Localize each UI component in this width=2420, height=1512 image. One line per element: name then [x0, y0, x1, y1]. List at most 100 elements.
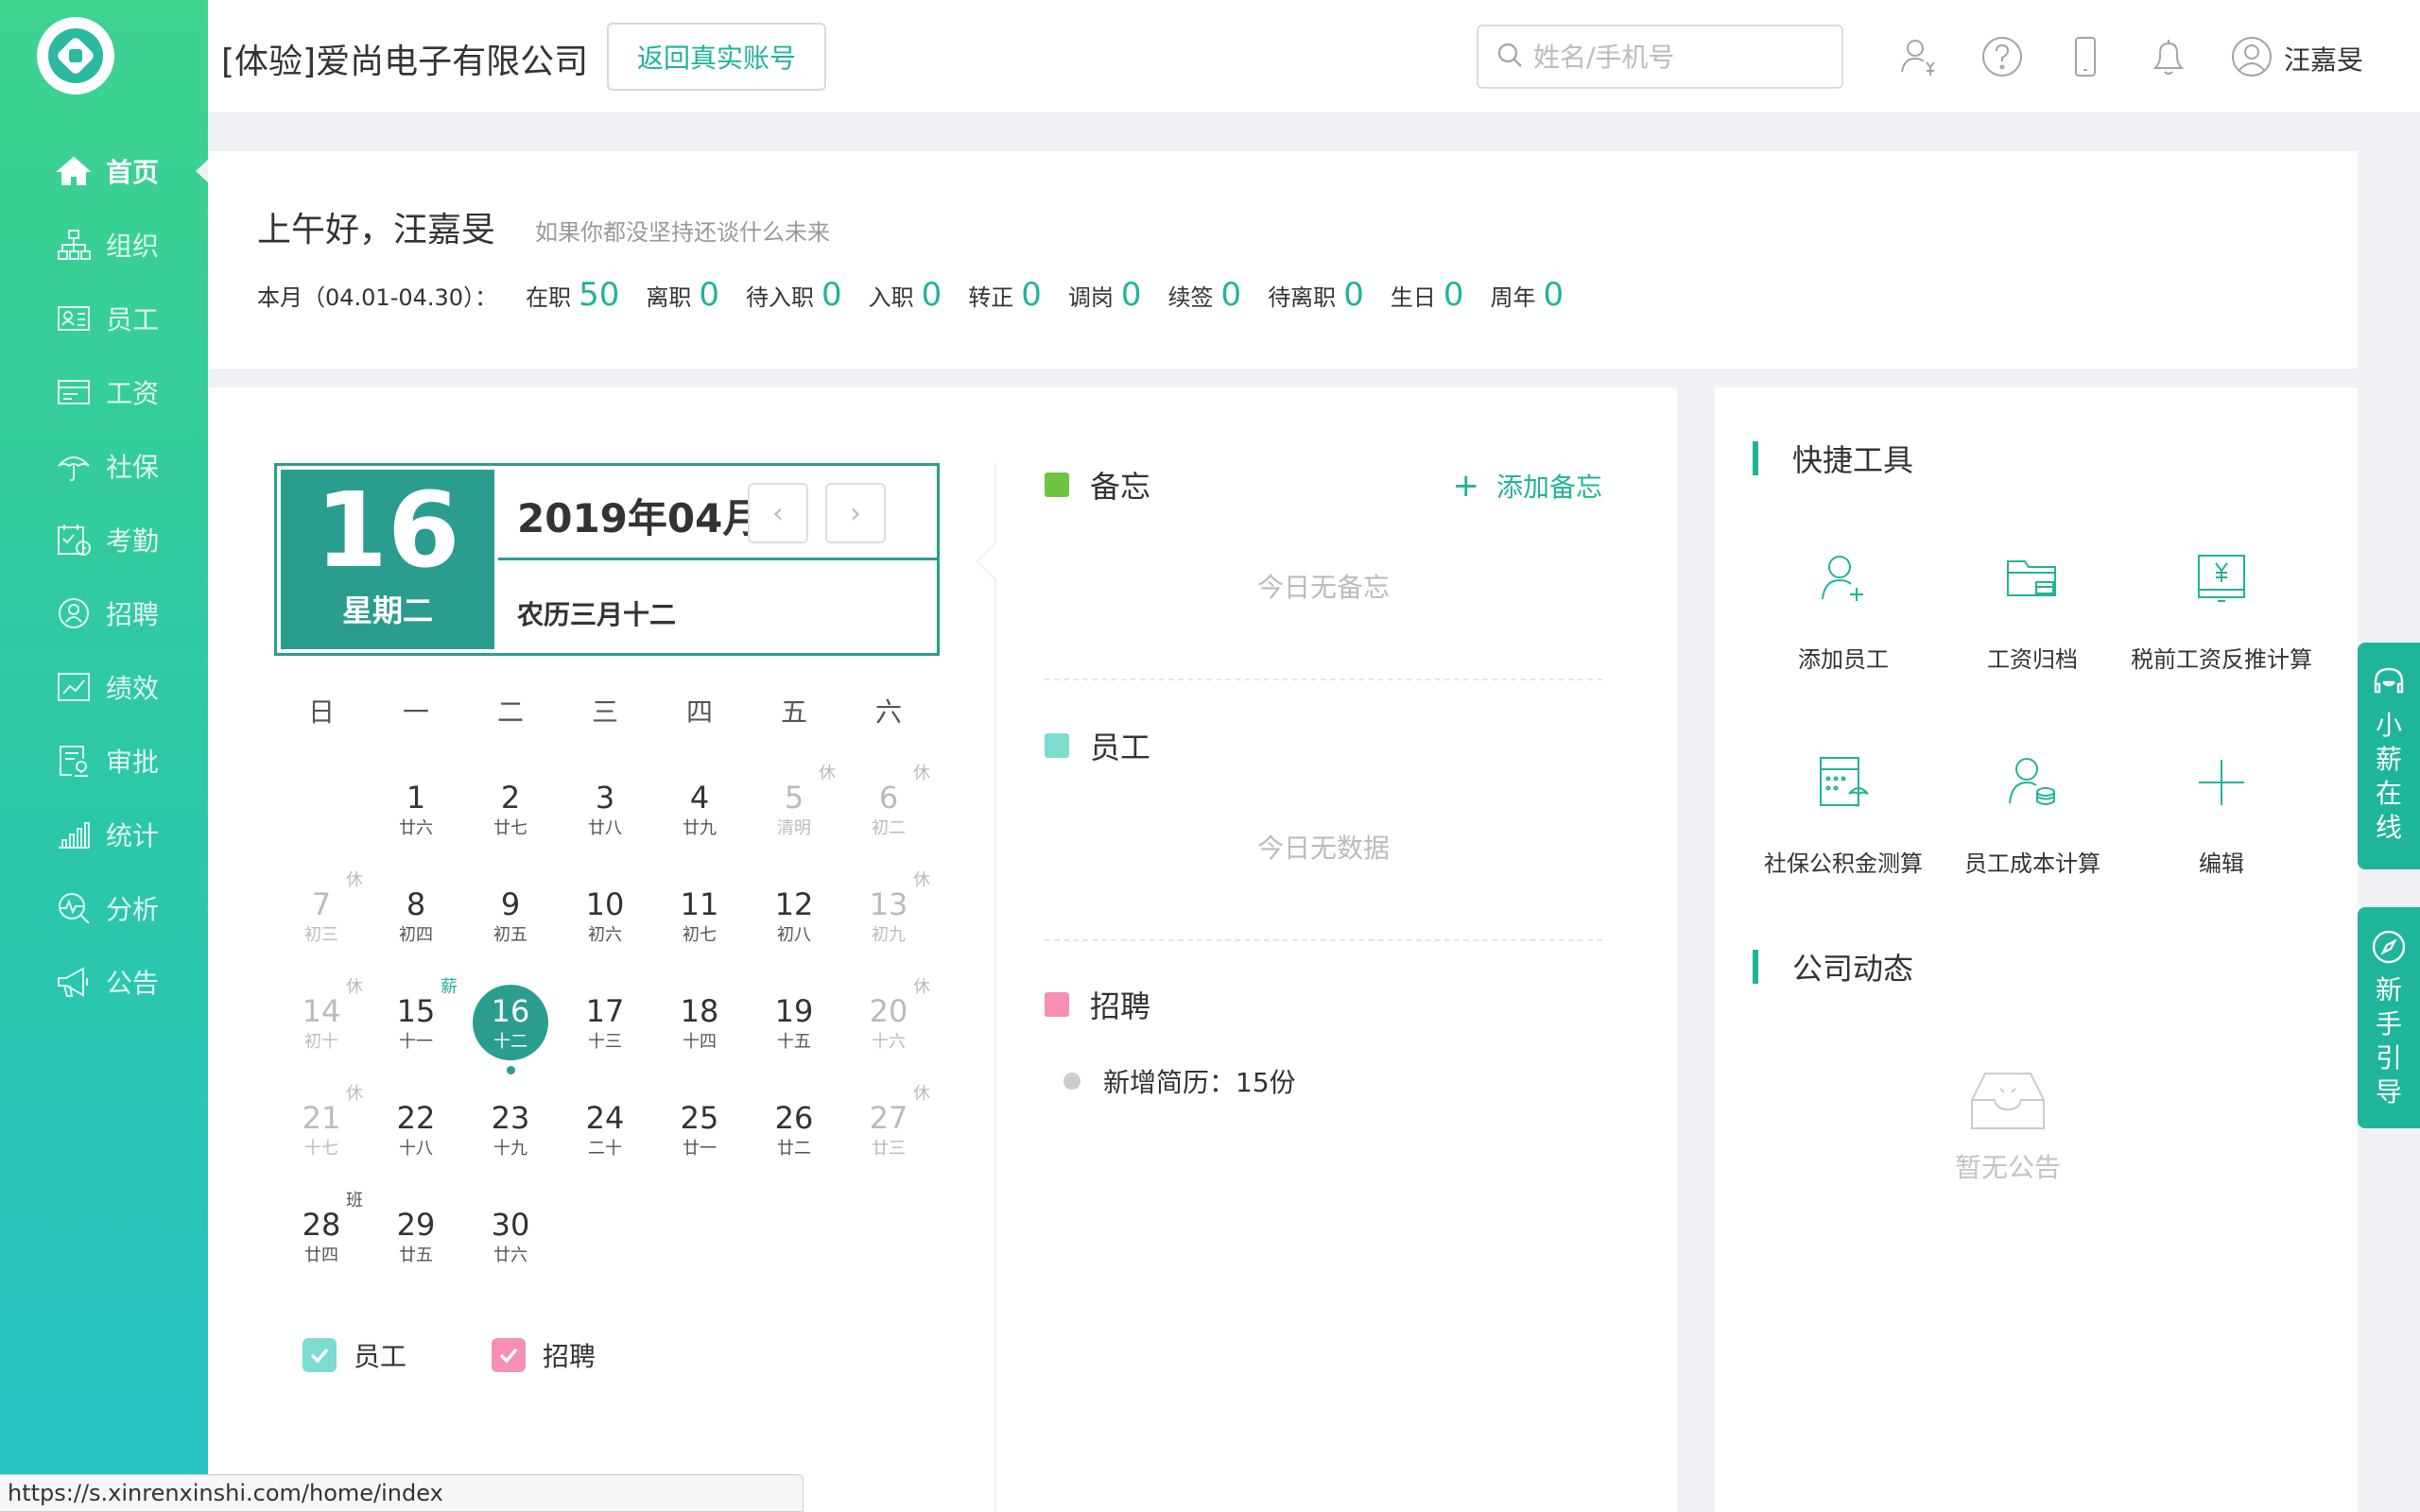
sidebar-item-label: 首页	[106, 157, 160, 188]
lunar-day: 初二	[872, 818, 906, 838]
tool-cost-calc[interactable]: 员工成本计算	[1938, 752, 2127, 878]
calendar-day[interactable]: 22 十八	[378, 1084, 454, 1178]
tool-salary-archive[interactable]: 工资归档	[1938, 548, 2127, 674]
calendar-day[interactable]: 1 廿六	[378, 764, 454, 858]
calendar-day[interactable]: 6 初二休	[851, 764, 930, 858]
tool-pretax-calc[interactable]: 税前工资反推计算	[2127, 548, 2316, 674]
avatar[interactable]	[2229, 34, 2274, 79]
new-resume-item[interactable]: 新增简历：15份	[1063, 1062, 1602, 1100]
weekday-label: 四	[685, 696, 713, 728]
stat-birthday[interactable]: 生日 0	[1391, 276, 1464, 314]
sidebar-item-employee[interactable]: 员工	[0, 282, 208, 355]
stat-anniversary[interactable]: 周年 0	[1490, 276, 1564, 314]
calendar-day[interactable]: 2 廿七	[473, 764, 548, 858]
stat-pending-onboard[interactable]: 待入职 0	[746, 276, 842, 314]
calendar-day[interactable]: 19 十五	[756, 977, 832, 1072]
sidebar-item-social[interactable]: 社保	[0, 429, 208, 503]
calendar-day[interactable]: 3 廿八	[567, 764, 643, 858]
stat-renewed[interactable]: 续签 0	[1168, 276, 1242, 314]
lunar-day: 廿三	[872, 1139, 906, 1159]
calendar-day[interactable]: 4 廿九	[662, 764, 737, 858]
calendar-day[interactable]: 5 清明休	[756, 764, 836, 858]
lunar-day: 初三	[304, 925, 338, 945]
help-icon[interactable]	[1979, 34, 2025, 79]
calendar-day-today[interactable]: 16 十二	[473, 977, 548, 1074]
plus-icon	[2191, 760, 2252, 816]
legend-employee[interactable]: 员工	[302, 1336, 406, 1374]
next-month-button[interactable]: ›	[825, 483, 886, 543]
mobile-icon[interactable]	[2063, 34, 2108, 79]
stat-resigned[interactable]: 离职 0	[646, 276, 719, 314]
stat-pending-leave[interactable]: 待离职 0	[1268, 276, 1364, 314]
day-tag: 休	[913, 977, 930, 997]
beginner-guide-tab[interactable]: 新手引导	[2358, 907, 2420, 1128]
checkbox-checked-icon[interactable]	[492, 1338, 527, 1372]
tool-add-employee[interactable]: 添加员工	[1749, 548, 1938, 674]
calendar-day[interactable]: 17 十三	[567, 977, 643, 1072]
calendar-day[interactable]: 12 初八	[756, 870, 832, 965]
calendar-day[interactable]: 13 初九休	[851, 870, 930, 965]
sidebar-item-approval[interactable]: 审批	[0, 724, 208, 798]
calendar-day[interactable]: 11 初七	[662, 870, 737, 965]
sidebar-item-salary[interactable]: 工资	[0, 355, 208, 429]
calendar-day[interactable]: 28 廿四班	[284, 1191, 363, 1285]
calendar-day[interactable]: 15 十一薪	[378, 977, 458, 1072]
calendar-day[interactable]: 10 初六	[567, 870, 643, 965]
calendar-day[interactable]: 24 二十	[567, 1084, 643, 1178]
sidebar-item-performance[interactable]: 绩效	[0, 650, 208, 724]
legend-recruit[interactable]: 招聘	[492, 1336, 596, 1374]
calendar-day[interactable]: 23 十九	[473, 1084, 548, 1178]
stat-onboarded[interactable]: 入职 0	[869, 276, 942, 314]
search-input[interactable]	[1533, 41, 1836, 73]
calendar-day[interactable]: 9 初五	[473, 870, 548, 965]
lunar-day: 二十	[588, 1139, 622, 1159]
sidebar-item-statistics[interactable]: 统计	[0, 798, 208, 871]
calendar-day[interactable]: 25 廿一	[662, 1084, 737, 1178]
stat-regularized[interactable]: 转正 0	[968, 276, 1042, 314]
stat-transferred[interactable]: 调岗 0	[1068, 276, 1142, 314]
lunar-date: 农历三月十二	[517, 599, 677, 630]
lunar-day: 十二	[493, 1032, 527, 1052]
calendar-day[interactable]: 27 廿三休	[851, 1084, 930, 1178]
calendar-legend: 员工 招聘	[302, 1336, 681, 1374]
stat-active[interactable]: 在职 50	[526, 276, 619, 314]
checkbox-checked-icon[interactable]	[302, 1338, 337, 1372]
add-memo-button[interactable]: + 添加备忘	[1452, 467, 1602, 505]
calendar-day[interactable]: 21 十七休	[284, 1084, 363, 1178]
recruit-title: 招聘	[1045, 983, 1602, 1026]
online-service-tab[interactable]: 小薪在线	[2358, 643, 2420, 869]
return-real-account-button[interactable]: 返回真实账号	[607, 23, 826, 91]
sidebar-item-attendance[interactable]: 考勤	[0, 503, 208, 576]
calendar-day[interactable]: 14 初十休	[284, 977, 363, 1072]
search-box[interactable]	[1477, 25, 1843, 89]
calendar-day[interactable]: 8 初四	[378, 870, 454, 965]
lunar-day: 十一	[399, 1032, 433, 1052]
company-news-heading: 公司动态	[1753, 945, 1913, 988]
company-name[interactable]: [体验]爱尚电子有限公司	[221, 34, 588, 83]
sidebar-item-org[interactable]: 组织	[0, 208, 208, 282]
logo-icon[interactable]	[37, 17, 114, 94]
calendar-day[interactable]: 7 初三休	[284, 870, 363, 965]
bell-icon[interactable]	[2146, 34, 2191, 79]
sidebar-item-recruit[interactable]: 招聘	[0, 576, 208, 650]
sidebar-item-notice[interactable]: 公告	[0, 945, 208, 1019]
sidebar-item-analysis[interactable]: 分析	[0, 871, 208, 945]
employee-section: 员工 今日无数据	[1045, 724, 1602, 941]
weekday-label: 六	[874, 696, 902, 728]
sidebar-item-home[interactable]: 首页	[0, 134, 209, 208]
user-name[interactable]: 汪嘉旻	[2284, 40, 2363, 77]
employee-title: 员工	[1045, 724, 1602, 767]
lunar-day: 初十	[304, 1032, 338, 1052]
prev-month-button[interactable]: ‹	[748, 483, 808, 543]
user-salary-icon[interactable]	[1896, 34, 1942, 79]
calendar-day[interactable]: 18 十四	[662, 977, 737, 1072]
calendar-day[interactable]: 29 廿五	[378, 1191, 454, 1285]
calendar-day[interactable]: 20 十六休	[851, 977, 930, 1072]
calendar-day[interactable]: 26 廿二	[756, 1084, 832, 1178]
calendar-day[interactable]: 30 廿六	[473, 1191, 548, 1285]
sidebar: 首页 组织 员工 工资 社保 考勤 招聘 绩效 审批 统计 分析 公告	[0, 0, 209, 1512]
lunar-day: 廿二	[777, 1139, 811, 1159]
tool-social-calc[interactable]: 社保公积金测算	[1749, 752, 1938, 878]
tool-edit[interactable]: 编辑	[2127, 752, 2316, 878]
day-number: 9	[500, 886, 521, 922]
